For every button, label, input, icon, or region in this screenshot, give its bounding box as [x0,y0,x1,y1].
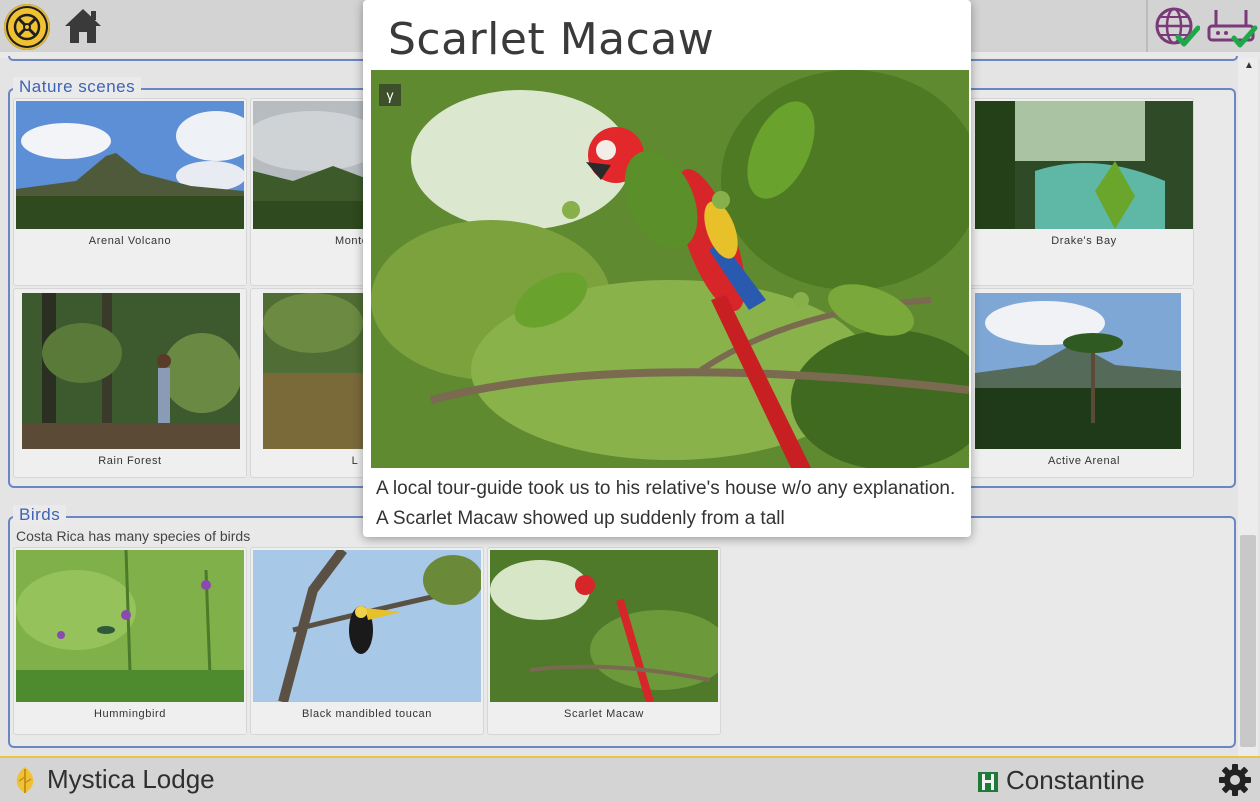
gear-icon [1219,764,1251,796]
birds-description: Costa Rica has many species of birds [16,528,251,544]
nature-scenes-title: Nature scenes [13,77,142,97]
status-separator [1146,0,1148,52]
arenal-volcano-image [16,101,244,229]
router-status-button[interactable] [1206,4,1258,50]
home-icon [65,9,101,43]
gallery-caption: Active Arenal [1047,455,1120,467]
image-detail-modal[interactable]: Scarlet Macaw γ A local tour-guide took … [363,0,971,537]
gallery-card-scarlet-macaw[interactable]: Scarlet Macaw [487,547,721,735]
photo-badge: γ [379,84,401,106]
leaf-icon [12,765,38,795]
scarlet-macaw-photo [371,70,969,468]
lake-image [263,293,373,449]
globe-check-icon [1155,7,1200,47]
gallery-caption: Arenal Volcano [88,235,172,247]
scrollbar-thumb[interactable] [1240,535,1256,747]
drakes-bay-image [975,101,1203,229]
gallery-card-rain-forest[interactable]: Rain Forest [13,288,247,478]
scarlet-macaw-thumb-image [490,550,718,702]
home-button[interactable] [62,6,104,46]
gallery-card-drakes-bay[interactable]: Drake's Bay [960,98,1194,286]
user-badge-icon [976,770,1000,794]
gallery-caption: Hummingbird [93,708,166,720]
gallery-caption: Scarlet Macaw [564,708,644,720]
scroll-up-arrow-icon[interactable]: ▲ [1244,60,1254,71]
gallery-caption: Black mandibled toucan [302,708,432,720]
toucan-image [253,550,481,702]
user-name: Constantine [1006,765,1145,795]
network-status-button[interactable] [1154,4,1200,50]
gallery-card-hummingbird[interactable]: Hummingbird [13,547,247,735]
modal-description: A local tour-guide took us to his relati… [376,478,956,529]
gallery-caption: Drake's Bay [1051,235,1117,247]
gallery-card-active-arenal[interactable]: Active Arenal [960,288,1194,478]
logo-icon [8,8,46,46]
rain-forest-image [22,293,240,449]
gallery-caption: Rain Forest [98,455,162,467]
birds-title: Birds [13,505,67,525]
modal-title: Scarlet Macaw [388,14,715,65]
router-check-icon [1207,10,1258,48]
settings-button[interactable] [1218,763,1252,797]
lodge-name: Mystica Lodge [47,764,215,794]
gallery-card-arenal-volcano[interactable]: Arenal Volcano [13,98,247,286]
active-arenal-image [975,293,1181,449]
gallery-card-toucan[interactable]: Black mandibled toucan [250,547,484,735]
logo-button[interactable] [4,4,50,50]
hummingbird-image [16,550,244,702]
